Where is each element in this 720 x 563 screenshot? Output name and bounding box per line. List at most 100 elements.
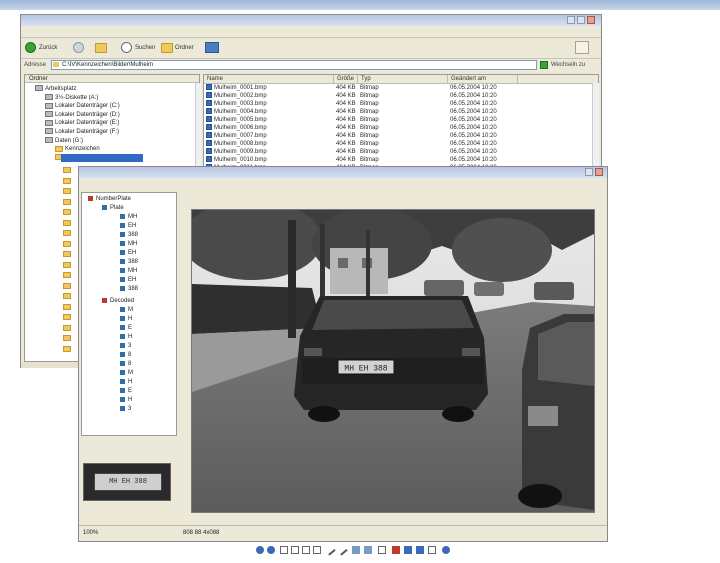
go-arrow-icon[interactable] <box>540 61 548 69</box>
explorer-title-bar[interactable] <box>21 15 601 26</box>
run-icon[interactable] <box>404 546 412 554</box>
search-label[interactable]: Suchen <box>135 43 155 53</box>
list-item[interactable]: 8 <box>120 360 131 368</box>
list-item[interactable]: 388 <box>120 258 138 266</box>
tree-item[interactable]: Lokaler Datenträger (E:) <box>45 119 119 127</box>
viewer-close-button[interactable] <box>595 168 603 176</box>
folder-icon[interactable] <box>63 198 71 205</box>
list-item[interactable]: MH <box>120 267 137 275</box>
minimize-button[interactable] <box>567 16 575 24</box>
folder-icon[interactable] <box>63 240 71 247</box>
close-button[interactable] <box>587 16 595 24</box>
tree-item[interactable]: Lokaler Datenträger (D:) <box>45 111 120 119</box>
folder-icon[interactable] <box>63 219 71 226</box>
zoom-in-icon[interactable] <box>352 546 360 554</box>
table-row[interactable]: Mulheim_0004.bmp 404 KB Bitmap 06.05.2004 1… <box>204 108 590 116</box>
table-row[interactable]: Mulheim_0002.bmp 404 KB Bitmap 06.05.2004 1… <box>204 92 590 100</box>
tree-item[interactable]: Kennzeichen <box>55 145 100 153</box>
folder-icon[interactable] <box>63 188 71 194</box>
table-row[interactable]: Mulheim_0010.bmp 404 KB Bitmap 06.05.2004 1… <box>204 156 590 164</box>
back-arrow-icon[interactable] <box>25 42 36 53</box>
folder-icon[interactable] <box>63 314 71 320</box>
back-label[interactable]: Zurück <box>39 43 57 53</box>
next-image-icon[interactable] <box>442 546 450 554</box>
folder-icon[interactable] <box>63 335 71 341</box>
tree-item[interactable]: Daten (G:) <box>45 137 83 145</box>
list-item[interactable]: H <box>120 333 132 341</box>
grid-icon[interactable] <box>291 546 299 554</box>
forward-arrow-icon[interactable] <box>73 42 84 53</box>
list-item[interactable]: E <box>120 324 132 332</box>
column-name-header[interactable]: Name <box>204 75 334 83</box>
list-item[interactable]: EH <box>120 222 136 230</box>
column-type-header[interactable]: Typ <box>358 75 448 83</box>
table-row[interactable]: Mulheim_0008.bmp 404 KB Bitmap 06.05.2004 1… <box>204 140 590 148</box>
folder-icon[interactable] <box>63 230 71 236</box>
list-item[interactable]: 3 <box>120 405 131 413</box>
first-image-icon[interactable] <box>256 546 264 554</box>
table-row[interactable]: Mulheim_0003.bmp 404 KB Bitmap 06.05.2004 1… <box>204 100 590 108</box>
go-button[interactable]: Wechseln zu <box>551 60 585 70</box>
tree-item[interactable]: Lokaler Datenträger (F:) <box>45 128 119 136</box>
folder-icon[interactable] <box>63 303 71 310</box>
list-item[interactable]: 388 <box>120 285 138 293</box>
list-item[interactable]: H <box>120 378 132 386</box>
viewer-minimize-button[interactable] <box>585 168 593 176</box>
folders-label[interactable]: Ordner <box>175 43 194 53</box>
column-size-header[interactable]: Größe <box>334 75 358 83</box>
table-row[interactable]: Mulheim_0006.bmp 404 KB Bitmap 06.05.2004 1… <box>204 124 590 132</box>
folder-icon[interactable] <box>63 251 71 257</box>
table-row[interactable]: Mulheim_0005.bmp 404 KB Bitmap 06.05.2004 1… <box>204 116 590 124</box>
tree-selection-highlight[interactable] <box>61 154 143 162</box>
list-item[interactable]: H <box>120 315 132 323</box>
views-icon[interactable] <box>205 42 219 53</box>
folder-icon[interactable] <box>63 261 71 268</box>
folder-icon[interactable] <box>63 209 71 215</box>
zoom-out-icon[interactable] <box>364 546 372 554</box>
list-item[interactable]: H <box>120 396 132 404</box>
search-icon[interactable] <box>121 42 132 53</box>
list-item[interactable]: MH <box>120 240 137 248</box>
list-item[interactable]: MH <box>120 213 137 221</box>
table-row[interactable]: Mulheim_0009.bmp 404 KB Bitmap 06.05.2004 1… <box>204 148 590 156</box>
list-item[interactable]: E <box>120 387 132 395</box>
list-item[interactable]: M <box>120 369 133 377</box>
list-item[interactable]: 8 <box>120 351 131 359</box>
folder-icon[interactable] <box>63 324 71 331</box>
file-list-scrollbar[interactable] <box>592 83 599 173</box>
settings-icon[interactable] <box>428 546 436 554</box>
pen-icon[interactable] <box>324 544 336 556</box>
frame-icon[interactable] <box>280 546 288 554</box>
folder-icon[interactable] <box>63 167 71 173</box>
list-item[interactable]: M <box>120 306 133 314</box>
tree-item[interactable]: Lokaler Datenträger (C:) <box>45 102 120 110</box>
folder-icon[interactable] <box>63 345 71 352</box>
crop-icon[interactable] <box>313 546 321 554</box>
save-icon[interactable] <box>416 546 424 554</box>
table-row[interactable]: Mulheim_0001.bmp 404 KB Bitmap 06.05.2004 1… <box>204 84 590 92</box>
up-folder-icon[interactable] <box>95 43 107 53</box>
column-date-header[interactable]: Geändert am <box>448 75 518 83</box>
result-group-decoded[interactable]: Decoded <box>102 297 134 305</box>
address-input[interactable]: C:\IV\Kennzeichen\Bilder\Mulheim <box>51 60 537 70</box>
tree-item[interactable]: Arbeitsplatz <box>35 85 76 93</box>
folder-icon[interactable] <box>63 282 71 289</box>
list-item[interactable]: EH <box>120 249 136 257</box>
folders-icon[interactable] <box>161 43 173 53</box>
table-row[interactable]: Mulheim_0007.bmp 404 KB Bitmap 06.05.2004 1… <box>204 132 590 140</box>
folder-icon[interactable] <box>63 293 71 299</box>
list-item[interactable]: EH <box>120 276 136 284</box>
result-root[interactable]: NumberPlate <box>88 195 131 203</box>
maximize-button[interactable] <box>577 16 585 24</box>
previous-image-icon[interactable] <box>267 546 275 554</box>
list-item[interactable]: 3 <box>120 342 131 350</box>
folder-icon[interactable] <box>63 272 71 278</box>
viewer-title-bar[interactable] <box>79 167 607 178</box>
folder-icon[interactable] <box>63 177 71 184</box>
list-item[interactable]: 388 <box>120 231 138 239</box>
select-icon[interactable] <box>302 546 310 554</box>
tree-item[interactable]: 3½-Diskette (A:) <box>45 94 98 102</box>
result-group-plate[interactable]: Plate <box>102 204 124 212</box>
fit-icon[interactable] <box>378 546 386 554</box>
stop-icon[interactable] <box>392 546 400 554</box>
